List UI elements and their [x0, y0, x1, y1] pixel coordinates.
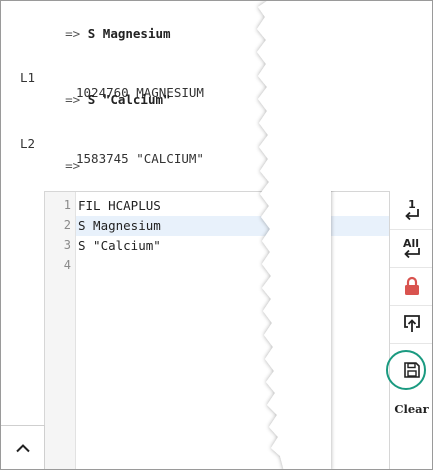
save-button[interactable]	[390, 351, 432, 389]
terminal-line: => S "Calcium"	[20, 77, 171, 122]
terminal-command: S "Calcium"	[87, 92, 171, 107]
app-frame: => S Magnesium L1 1024760 MAGNESIUM => S…	[0, 0, 433, 470]
chevron-up-icon	[15, 444, 30, 453]
upload-button[interactable]	[390, 305, 432, 344]
clear-label: Clear	[394, 402, 429, 416]
line-number: 1	[63, 198, 71, 212]
clear-button[interactable]: Clear	[390, 391, 432, 427]
run-all-button[interactable]: All	[390, 229, 432, 268]
code-line[interactable]: S "Calcium"	[78, 236, 161, 256]
line-number: 4	[63, 258, 71, 272]
collapse-button[interactable]	[1, 425, 45, 469]
lock-button[interactable]	[390, 267, 432, 306]
prompt-symbol: =>	[65, 158, 81, 173]
lock-icon	[404, 276, 419, 295]
line-number: 2	[63, 218, 71, 232]
prompt-symbol: =>	[65, 92, 81, 107]
line-number: 3	[63, 238, 71, 252]
svg-text:1: 1	[408, 198, 416, 211]
line-number-gutter: 1 2 3 4	[45, 192, 76, 469]
run-all-icon: All	[402, 237, 420, 259]
command-editor[interactable]: 1 2 3 4 FIL HCAPLUS S Magnesium S "Calci…	[44, 191, 432, 469]
terminal-command: S Magnesium	[87, 26, 171, 41]
editor-toolbar: 1 All Clear	[389, 191, 432, 469]
result-value: 1583745 "CALCIUM"	[76, 151, 204, 166]
run-line-button[interactable]: 1	[390, 191, 432, 230]
terminal-line: => S Magnesium	[20, 11, 171, 56]
svg-text:All: All	[402, 237, 418, 250]
save-icon	[403, 362, 420, 378]
code-line[interactable]: S Magnesium	[78, 216, 161, 236]
terminal-line: =>	[20, 143, 80, 188]
prompt-symbol: =>	[65, 26, 81, 41]
run-line-icon: 1	[404, 198, 419, 221]
code-line[interactable]: FIL HCAPLUS	[78, 196, 161, 216]
upload-icon	[403, 315, 420, 332]
